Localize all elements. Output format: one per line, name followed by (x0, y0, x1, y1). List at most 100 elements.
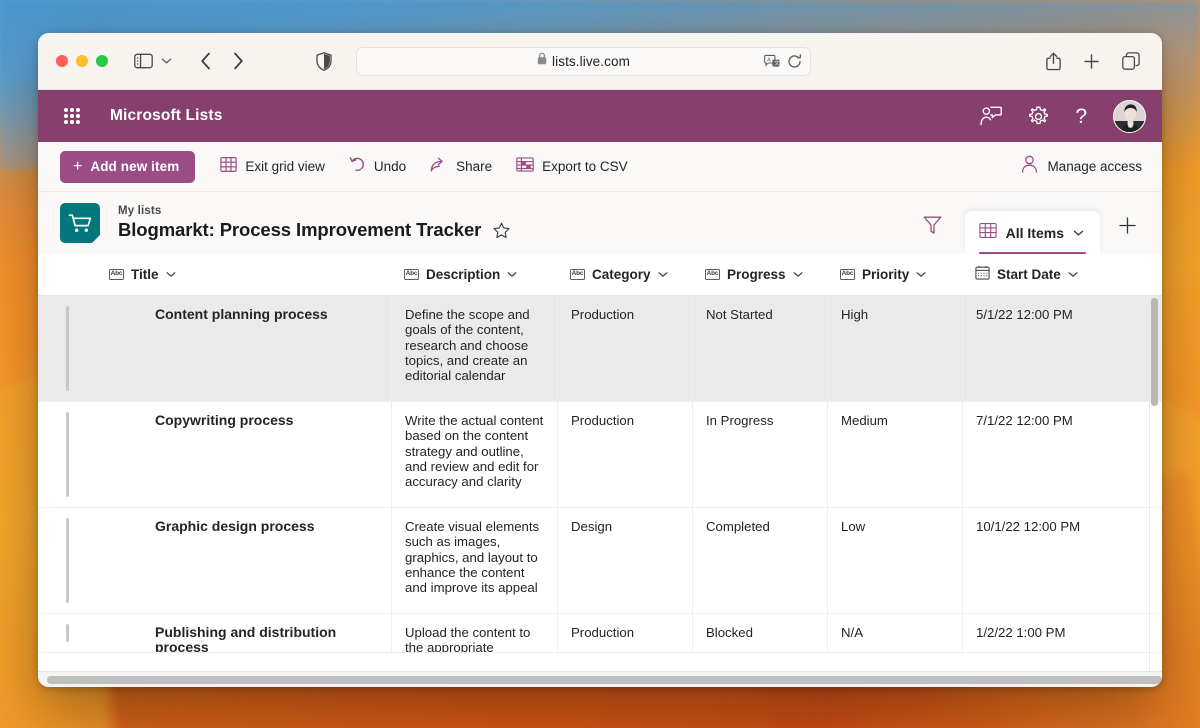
back-button[interactable] (200, 52, 212, 70)
undo-button[interactable]: Undo (340, 150, 415, 184)
cell-title[interactable]: Content planning process (96, 296, 391, 401)
cell-progress[interactable]: Blocked (692, 614, 827, 652)
table-row[interactable]: Graphic design process Create visual ele… (38, 508, 1162, 614)
cell-priority[interactable]: High (827, 296, 962, 401)
cell-category[interactable]: Design (557, 508, 692, 613)
list-header: My lists Blogmarkt: Process Improvement … (38, 192, 1162, 254)
help-icon[interactable]: ? (1075, 106, 1087, 127)
cell-start-date[interactable]: 5/1/22 12:00 PM (962, 296, 1112, 401)
abc-type-icon: Abc (570, 269, 585, 280)
cell-category[interactable]: Production (557, 402, 692, 507)
cell-description[interactable]: Write the actual content based on the co… (391, 402, 557, 507)
app-name[interactable]: Microsoft Lists (110, 107, 222, 125)
url-display: lists.live.com (537, 52, 630, 70)
translate-icon[interactable]: A 文 (764, 54, 780, 68)
forward-button[interactable] (232, 52, 244, 70)
cell-progress[interactable]: Not Started (692, 296, 827, 401)
abc-type-icon: Abc (840, 269, 855, 280)
add-new-item-button[interactable]: + Add new item (60, 151, 195, 183)
minimize-window-button[interactable] (76, 55, 88, 67)
breadcrumb[interactable]: My lists (118, 205, 510, 217)
title-block: My lists Blogmarkt: Process Improvement … (118, 205, 510, 241)
table-row[interactable]: Content planning process Define the scop… (38, 296, 1162, 402)
row-selector[interactable] (38, 402, 96, 507)
cell-progress[interactable]: In Progress (692, 402, 827, 507)
table-row[interactable]: Copywriting process Write the actual con… (38, 402, 1162, 508)
tab-all-items[interactable]: All Items (965, 211, 1100, 254)
cell-priority[interactable]: Medium (827, 402, 962, 507)
chevron-down-icon[interactable] (155, 57, 178, 65)
grid-inner: Abc Title Abc Description (38, 254, 1162, 687)
column-header-priority[interactable]: Abc Priority (827, 254, 962, 295)
row-selector[interactable] (38, 508, 96, 613)
column-header-start-date[interactable]: Start Date (962, 254, 1112, 295)
suite-header: Microsoft Lists ? (38, 90, 1162, 142)
grid-icon (220, 156, 237, 178)
star-outline-icon[interactable] (493, 222, 510, 239)
grid-view-icon (979, 222, 997, 244)
browser-toolbar-right (1046, 52, 1144, 71)
close-window-button[interactable] (56, 55, 68, 67)
chevron-down-icon[interactable] (793, 271, 803, 278)
feedback-person-icon[interactable] (980, 106, 1002, 126)
cell-category[interactable]: Production (557, 614, 692, 652)
vertical-scrollbar-thumb[interactable] (1151, 298, 1158, 406)
row-selector[interactable] (38, 614, 96, 652)
table-row[interactable]: Publishing and distribution process Uplo… (38, 614, 1162, 653)
calendar-icon (975, 265, 990, 285)
column-header-category-label: Category (592, 267, 651, 282)
row-selector[interactable] (38, 296, 96, 401)
export-to-csv-label: Export to CSV (542, 159, 628, 174)
cell-title[interactable]: Copywriting process (96, 402, 391, 507)
horizontal-scrollbar-thumb[interactable] (47, 676, 1162, 684)
cell-priority[interactable]: Low (827, 508, 962, 613)
cell-progress[interactable]: Completed (692, 508, 827, 613)
sidebar-toggle-icon[interactable] (134, 53, 153, 69)
safari-browser-window: lists.live.com A 文 (38, 33, 1162, 687)
manage-access-button[interactable]: Manage access (1021, 155, 1146, 178)
cell-title[interactable]: Graphic design process (96, 508, 391, 613)
reload-icon[interactable] (787, 54, 802, 69)
shopping-cart-icon (60, 203, 100, 243)
new-tab-button[interactable] (1083, 53, 1100, 70)
exit-grid-view-button[interactable]: Exit grid view (211, 150, 334, 184)
add-view-button[interactable] (1108, 205, 1146, 245)
app-launcher-icon[interactable] (52, 96, 92, 136)
chevron-down-icon[interactable] (1073, 224, 1084, 242)
share-label: Share (456, 159, 492, 174)
undo-label: Undo (374, 159, 406, 174)
cell-start-date[interactable]: 7/1/22 12:00 PM (962, 402, 1112, 507)
column-header-title[interactable]: Abc Title (96, 254, 391, 295)
column-header-category[interactable]: Abc Category (557, 254, 692, 295)
header-gutter (38, 254, 96, 295)
gear-icon[interactable] (1028, 106, 1049, 127)
cell-description[interactable]: Create visual elements such as images, g… (391, 508, 557, 613)
column-header-progress-label: Progress (727, 267, 786, 282)
chevron-down-icon[interactable] (658, 271, 668, 278)
chevron-down-icon[interactable] (916, 271, 926, 278)
export-to-csv-button[interactable]: Export to CSV (507, 150, 637, 184)
cell-start-date[interactable]: 1/2/22 1:00 PM (962, 614, 1112, 652)
cell-start-date[interactable]: 10/1/22 12:00 PM (962, 508, 1112, 613)
cell-category[interactable]: Production (557, 296, 692, 401)
avatar[interactable] (1113, 100, 1146, 133)
horizontal-scrollbar[interactable] (38, 671, 1162, 687)
filter-funnel-icon[interactable] (913, 205, 953, 245)
chevron-down-icon[interactable] (507, 271, 517, 278)
tab-overview-button[interactable] (1122, 52, 1140, 70)
cell-description[interactable]: Define the scope and goals of the conten… (391, 296, 557, 401)
cell-title[interactable]: Publishing and distribution process (96, 614, 391, 652)
chevron-down-icon[interactable] (166, 271, 176, 278)
share-icon[interactable] (1046, 52, 1061, 71)
column-header-progress[interactable]: Abc Progress (692, 254, 827, 295)
column-header-description[interactable]: Abc Description (391, 254, 557, 295)
cell-priority[interactable]: N/A (827, 614, 962, 652)
chevron-down-icon[interactable] (1068, 271, 1078, 278)
address-bar[interactable]: lists.live.com A 文 (356, 47, 811, 76)
undo-icon (349, 156, 366, 178)
vertical-scrollbar[interactable] (1150, 298, 1159, 685)
share-button[interactable]: Share (421, 150, 501, 184)
maximize-window-button[interactable] (96, 55, 108, 67)
privacy-shield-icon[interactable] (316, 52, 332, 71)
cell-description[interactable]: Upload the content to the appropriate pl… (391, 614, 557, 652)
